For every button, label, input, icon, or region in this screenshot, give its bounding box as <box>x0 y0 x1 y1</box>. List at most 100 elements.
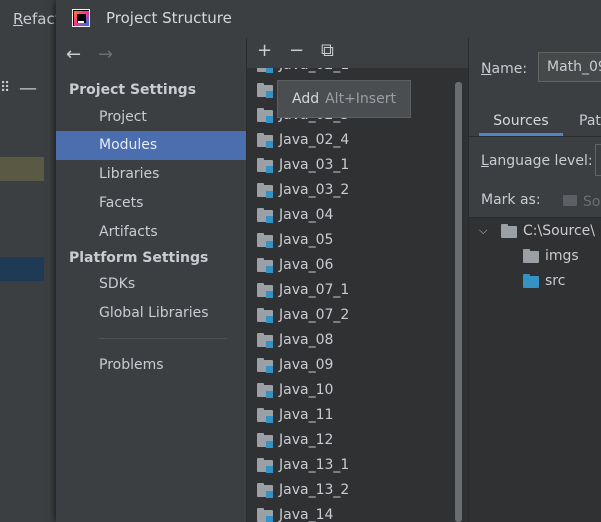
module-name: Java_08 <box>279 332 334 348</box>
module-row[interactable]: Java_14 <box>247 506 447 522</box>
chevron-down-icon[interactable]: ⌵ <box>479 224 487 238</box>
module-row[interactable]: Java_12 <box>247 431 447 456</box>
module-folder-icon <box>257 283 273 298</box>
project-settings-header: Project Settings <box>69 82 197 98</box>
module-name: Java_13_1 <box>279 457 350 473</box>
module-row[interactable]: Java_05 <box>247 231 447 256</box>
background-tree-row-selected <box>0 257 44 281</box>
module-row[interactable]: Java_06 <box>247 256 447 281</box>
module-name: Java_02_1 <box>279 68 349 73</box>
tab-sources[interactable]: Sources <box>479 106 563 136</box>
nav-separator <box>99 338 227 339</box>
platform-settings-header: Platform Settings <box>69 250 209 266</box>
intellij-idea-icon <box>72 9 90 27</box>
module-folder-icon <box>257 308 273 323</box>
module-list-scrollbar[interactable] <box>455 82 462 522</box>
module-row[interactable]: Java_09 <box>247 356 447 381</box>
module-name: Java_13_2 <box>279 482 350 498</box>
nav-item-sdks[interactable]: SDKs <box>56 270 246 299</box>
tree-item-src[interactable]: src <box>545 273 565 289</box>
module-name: Java_07_1 <box>279 282 350 298</box>
module-name: Java_06 <box>279 257 334 273</box>
nav-item-project[interactable]: Project <box>56 103 246 132</box>
arrow-left-icon[interactable]: ← <box>66 44 81 65</box>
module-folder-icon <box>257 408 273 423</box>
module-row[interactable]: Java_13_1 <box>247 456 447 481</box>
module-list: Java_02_1Java_02_2Java_02_3Java_02_4Java… <box>247 68 455 522</box>
module-folder-icon <box>257 108 273 123</box>
copy-icon[interactable]: ⧉ <box>321 40 334 61</box>
nav-item-global-libraries[interactable]: Global Libraries <box>56 299 246 328</box>
module-folder-icon <box>257 258 273 273</box>
module-details-pane: Name: Math_09 Sources Pat Language level… <box>468 38 601 522</box>
dialog-title-bar: Project Structure <box>56 0 601 38</box>
module-folder-icon <box>257 233 273 248</box>
module-row[interactable]: Java_03_1 <box>247 156 447 181</box>
tree-root-label[interactable]: C:\Source\ <box>523 223 595 239</box>
nav-item-facets[interactable]: Facets <box>56 189 246 218</box>
content-root-tree <box>469 218 601 522</box>
dialog-title: Project Structure <box>106 9 232 27</box>
module-folder-icon <box>257 208 273 223</box>
module-name: Java_07_2 <box>279 307 350 323</box>
arrow-right-icon[interactable]: → <box>98 44 113 65</box>
module-name: Java_02_4 <box>279 132 350 148</box>
module-folder-icon <box>257 158 273 173</box>
module-name: Java_14 <box>279 507 334 522</box>
mark-as-sources-button[interactable]: Sou <box>583 194 601 210</box>
module-row[interactable]: Java_08 <box>247 331 447 356</box>
module-row[interactable]: Java_07_2 <box>247 306 447 331</box>
module-row[interactable]: Java_11 <box>247 406 447 431</box>
module-row[interactable]: Java_04 <box>247 206 447 231</box>
module-name: Java_05 <box>279 232 334 248</box>
module-folder-icon <box>257 508 273 522</box>
language-level-dropdown[interactable] <box>595 144 601 176</box>
sources-folder-icon <box>563 195 577 206</box>
module-name: Java_10 <box>279 382 334 398</box>
module-name: Java_11 <box>279 407 334 423</box>
module-row[interactable]: Java_02_4 <box>247 131 447 156</box>
nav-item-libraries[interactable]: Libraries <box>56 160 246 189</box>
nav-item-modules[interactable]: Modules <box>56 131 246 160</box>
module-name: Java_12 <box>279 432 334 448</box>
remove-icon[interactable]: − <box>289 40 304 61</box>
module-row[interactable]: Java_10 <box>247 381 447 406</box>
module-folder-icon <box>257 68 273 73</box>
module-folder-icon <box>257 433 273 448</box>
folder-icon <box>523 249 539 263</box>
background-tree-row <box>0 157 44 181</box>
tab-paths[interactable]: Pat <box>579 106 601 136</box>
module-name: Java_03_1 <box>279 157 350 173</box>
module-name: Java_04 <box>279 207 334 223</box>
settings-dots-icon[interactable]: ⠿ <box>0 80 10 96</box>
module-folder-icon <box>257 183 273 198</box>
hide-panel-icon[interactable]: — <box>19 78 37 99</box>
add-icon[interactable]: + <box>257 40 272 61</box>
source-folder-icon <box>523 274 539 288</box>
module-folder-icon <box>257 458 273 473</box>
nav-item-problems[interactable]: Problems <box>56 351 246 380</box>
module-folder-icon <box>257 333 273 348</box>
module-folder-icon <box>257 83 273 98</box>
language-level-label: Language level: <box>481 153 593 169</box>
module-row[interactable]: Java_07_1 <box>247 281 447 306</box>
module-name-input[interactable]: Math_09 <box>538 52 601 82</box>
module-row[interactable]: Java_03_2 <box>247 181 447 206</box>
module-folder-icon <box>257 133 273 148</box>
module-folder-icon <box>257 358 273 373</box>
folder-icon <box>501 224 517 238</box>
module-folder-icon <box>257 383 273 398</box>
module-toolbar: + − ⧉ <box>247 38 469 68</box>
tree-item-imgs[interactable]: imgs <box>545 248 579 264</box>
module-name: Java_09 <box>279 357 334 373</box>
module-row[interactable]: Java_13_2 <box>247 481 447 506</box>
menu-refactor[interactable]: Refact <box>13 10 61 28</box>
project-structure-dialog: Project Structure ← → Project Settings P… <box>56 0 601 522</box>
nav-item-artifacts[interactable]: Artifacts <box>56 218 246 247</box>
name-label: Name: <box>481 61 528 77</box>
mark-as-label: Mark as: <box>481 192 541 208</box>
module-list-panel: + − ⧉ Java_02_1Java_02_2Java_02_3Java_02… <box>246 38 469 522</box>
add-tooltip: Add Alt+Insert <box>277 80 411 118</box>
module-name: Java_03_2 <box>279 182 350 198</box>
settings-navigation: ← → Project Settings Project Modules Lib… <box>56 38 246 522</box>
